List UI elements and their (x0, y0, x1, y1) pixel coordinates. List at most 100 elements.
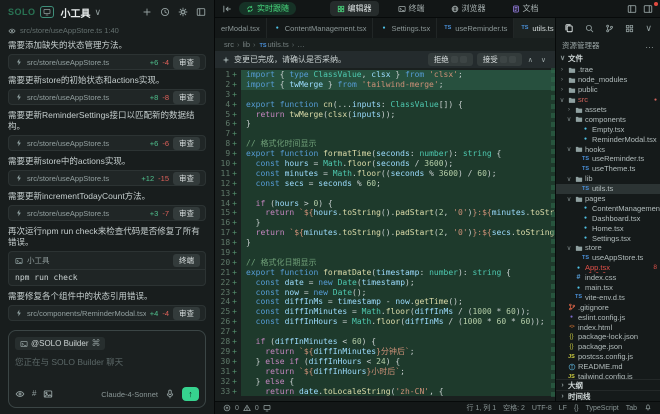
tree-item-assets[interactable]: ›assets (556, 105, 660, 115)
tree-item-App.tsx[interactable]: ●App.tsx8 (556, 263, 660, 273)
view-tab-文档[interactable]: 文档 (505, 1, 546, 16)
model-selector[interactable]: Claude-4-Sonnet (101, 390, 158, 399)
tree-item-utils.ts[interactable]: TSutils.ts (556, 184, 660, 194)
file-change-card[interactable]: src/components/ReminderModal.tsx+4-4审查 (8, 305, 206, 321)
tree-item-useReminder.ts[interactable]: TSuseReminder.ts (556, 154, 660, 164)
code-editor[interactable]: 1+import { type ClassValue, clsx } from … (215, 68, 555, 401)
tree-item-src[interactable]: ∨src● (556, 95, 660, 105)
file-change-card[interactable]: src/store/useAppStore.ts+3-7审查 (8, 205, 206, 221)
review-button[interactable]: 审查 (173, 91, 200, 104)
tree-item-useAppStore.ts[interactable]: TSuseAppStore.ts (556, 253, 660, 263)
tree-item-main.tsx[interactable]: ●main.tsx (556, 283, 660, 293)
panel-layout-icon[interactable] (196, 7, 206, 17)
file-change-card[interactable]: src/store/useAppStore.ts+6-4审查 (8, 54, 206, 70)
review-button[interactable]: 审查 (173, 172, 200, 185)
chat-placeholder[interactable]: 您正在与 SOLO Builder 聊天 (15, 356, 199, 387)
toggle-sidebar-icon[interactable] (643, 4, 653, 14)
search-icon[interactable] (585, 24, 594, 33)
error-count[interactable]: 0 (235, 405, 239, 412)
tree-item-Home.tsx[interactable]: ●Home.tsx (556, 223, 660, 233)
terminal-card[interactable]: 小工具终端npm run check (8, 251, 206, 286)
editor-tab[interactable]: ●ContentManagement.tsx (267, 18, 374, 38)
tree-item-node_modules[interactable]: ›node_modules (556, 75, 660, 85)
files-icon[interactable] (564, 23, 574, 33)
breadcrumb-item[interactable]: TSutils.ts (259, 40, 289, 49)
bell-icon[interactable] (644, 403, 652, 413)
accept-button[interactable]: 接受 (477, 53, 522, 66)
editor-tab[interactable]: TSuseReminder.ts (437, 18, 514, 38)
tree-item-components[interactable]: ∨components (556, 114, 660, 124)
warning-count[interactable]: 0 (255, 405, 259, 412)
view-tab-编辑器[interactable]: 编辑器 (330, 1, 379, 16)
tree-item-README.md[interactable]: README.md (556, 362, 660, 372)
editor-tab[interactable]: ●Settings.tsx (373, 18, 437, 38)
tree-item-vite-env.d.ts[interactable]: TSvite-env.d.ts (556, 292, 660, 302)
collapse-panel-icon[interactable] (222, 4, 232, 14)
status-item[interactable]: UTF-8 (532, 405, 552, 412)
file-change-card[interactable]: src/store/useAppStore.ts+12-15审查 (8, 170, 206, 186)
tree-item-ContentManagement.t...[interactable]: ●ContentManagement.t... (556, 203, 660, 213)
next-change-icon[interactable]: ∨ (539, 56, 548, 64)
timeline-section-header[interactable]: ›时间线 (556, 390, 660, 401)
status-item[interactable]: 空格: 2 (503, 403, 525, 413)
tree-item-.trae[interactable]: ›.trae (556, 65, 660, 75)
agent-mention-tag[interactable]: @SOLO Builder ⌘ (15, 337, 105, 350)
tree-item-Empty.tsx[interactable]: ●Empty.tsx (556, 124, 660, 134)
tree-item-package-lock.json[interactable]: {}package-lock.json (556, 332, 660, 342)
breadcrumb-item[interactable]: lib (243, 40, 251, 49)
tree-item-lib[interactable]: ∨lib (556, 174, 660, 184)
tree-item-index.html[interactable]: <>index.html (556, 322, 660, 332)
prev-change-icon[interactable]: ∧ (526, 56, 535, 64)
more-views-icon[interactable]: ∨ (645, 24, 652, 33)
tree-item-ReminderModal.tsx[interactable]: ●ReminderModal.tsx (556, 134, 660, 144)
status-item[interactable]: TypeScript (586, 405, 619, 412)
tree-item-public[interactable]: ›public (556, 85, 660, 95)
outline-section-header[interactable]: ›大纲 (556, 379, 660, 390)
tree-item-index.css[interactable]: #index.css (556, 273, 660, 283)
open-terminal-button[interactable]: 终端 (173, 254, 200, 267)
status-item[interactable]: LF (559, 405, 567, 412)
tree-item-useTheme.ts[interactable]: TSuseTheme.ts (556, 164, 660, 174)
tools-mode-icon[interactable] (40, 6, 54, 18)
breadcrumb-item[interactable]: … (297, 40, 305, 49)
files-section-header[interactable]: ∨文件 (556, 52, 660, 65)
editor-tab[interactable]: erModal.tsx (215, 18, 267, 38)
ellipsis-icon[interactable]: … (645, 41, 654, 50)
tree-item-pages[interactable]: ∨pages (556, 194, 660, 204)
view-tab-终端[interactable]: 终端 (391, 1, 432, 16)
tree-item-package.json[interactable]: {}package.json (556, 342, 660, 352)
reject-button[interactable]: 拒绝 (428, 53, 473, 66)
tree-item-.gitignore[interactable]: .gitignore (556, 302, 660, 312)
review-button[interactable]: 审查 (173, 207, 200, 220)
warnings-icon[interactable] (243, 404, 251, 412)
new-chat-icon[interactable] (142, 7, 152, 17)
chat-input-box[interactable]: @SOLO Builder ⌘ 您正在与 SOLO Builder 聊天 # C… (8, 330, 206, 408)
mic-icon[interactable] (165, 389, 175, 399)
tree-item-hooks[interactable]: ∨hooks (556, 144, 660, 154)
extensions-icon[interactable] (625, 24, 634, 33)
tree-item-Settings.tsx[interactable]: ●Settings.tsx (556, 233, 660, 243)
errors-icon[interactable] (223, 404, 231, 412)
toggle-panel-icon[interactable] (627, 4, 637, 14)
context-file-reference[interactable]: src/store/useAppStore.ts 1:40 (8, 26, 206, 35)
tree-item-Dashboard.tsx[interactable]: ●Dashboard.tsx (556, 213, 660, 223)
remote-window-icon[interactable] (263, 404, 271, 412)
status-item[interactable]: {} (574, 405, 579, 412)
image-attach-icon[interactable] (43, 389, 53, 399)
hash-icon[interactable]: # (32, 390, 36, 398)
status-item[interactable]: Tab (626, 405, 637, 412)
tree-item-eslint.config.js[interactable]: ●eslint.config.js (556, 312, 660, 322)
history-icon[interactable] (160, 7, 170, 17)
panel-title[interactable]: 小工具 (61, 5, 91, 20)
file-change-card[interactable]: src/store/useAppStore.ts+8-8审查 (8, 89, 206, 105)
tree-item-postcss.config.js[interactable]: JSpostcss.config.js (556, 352, 660, 362)
review-button[interactable]: 审查 (173, 137, 200, 150)
follow-toggle[interactable]: 实时跟随 (239, 2, 296, 15)
settings-icon[interactable] (178, 7, 188, 17)
chevron-down-icon[interactable]: ∨ (95, 8, 102, 17)
review-button[interactable]: 审查 (173, 56, 200, 69)
review-button[interactable]: 审查 (173, 307, 200, 320)
source-control-icon[interactable] (605, 24, 614, 33)
tree-item-store[interactable]: ∨store (556, 243, 660, 253)
view-tab-浏览器[interactable]: 浏览器 (444, 1, 493, 16)
